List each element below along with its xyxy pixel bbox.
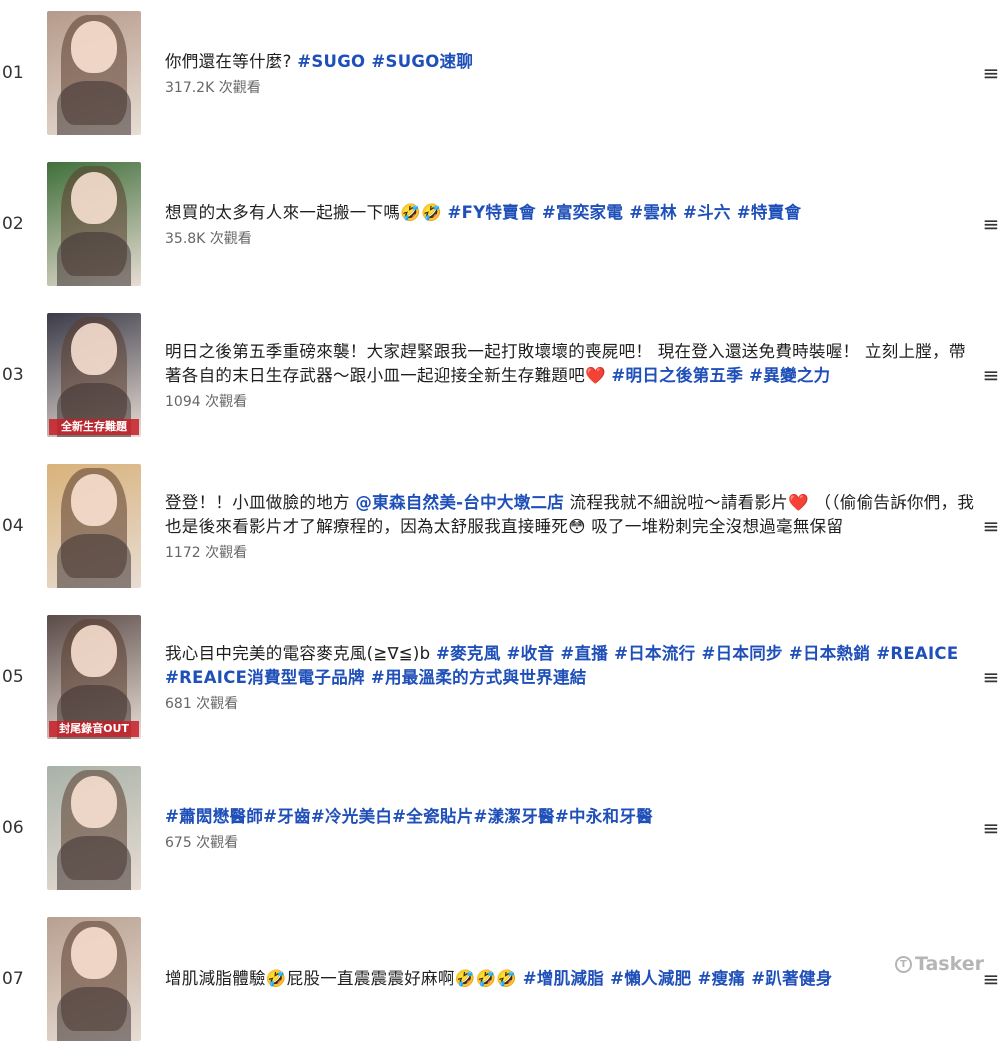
video-info: 我心目中完美的電容麥克風(≧∇≦)b #麥克風 #收音 #直播 #日本流行 #日… [165, 615, 976, 739]
video-row[interactable]: 05 封尾錄音OUT 我心目中完美的電容麥克風(≧∇≦)b #麥克風 #收音 #直播… [0, 615, 1000, 739]
video-info: 增肌減脂體驗🤣屁股一直震震震好麻啊🤣🤣🤣 #增肌減脂 #懶人減肥 #瘦痛 #趴著… [165, 917, 976, 1041]
video-info: 明日之後第五季重磅來襲！大家趕緊跟我一起打敗壞壞的喪屍吧！ 現在登入還送免費時裝… [165, 313, 976, 437]
video-thumbnail[interactable] [47, 464, 141, 588]
thumbnail-figure-face [71, 172, 117, 224]
title-hashtags[interactable]: @東森自然美-台中大墩二店 [355, 493, 564, 512]
video-thumbnail[interactable]: 全新生存難題 [47, 313, 141, 437]
thumbnail-figure-face [71, 21, 117, 73]
title-text: 增肌減脂體驗🤣屁股一直震震震好麻啊🤣🤣🤣 [165, 969, 523, 988]
video-info: 你們還在等什麼? #SUGO #SUGO速聊 317.2K 次觀看 [165, 11, 976, 135]
thumbnail-caption: 封尾錄音OUT [49, 721, 139, 737]
thumbnail-figure-face [71, 323, 117, 375]
video-row[interactable]: 06 #蕭閎懋醫師#牙齒#冷光美白#全瓷貼片#漾潔牙醫#中永和牙醫 675 次觀看 ≡ [0, 766, 1000, 890]
more-menu-icon[interactable]: ≡ [982, 464, 1000, 588]
video-title[interactable]: 你們還在等什麼? #SUGO #SUGO速聊 [165, 50, 976, 74]
video-title[interactable]: 我心目中完美的電容麥克風(≧∇≦)b #麥克風 #收音 #直播 #日本流行 #日… [165, 642, 976, 690]
view-count: 1172 次觀看 [165, 544, 248, 561]
rank-number: 06 [2, 818, 24, 838]
view-count: 675 次觀看 [165, 834, 239, 851]
video-row[interactable]: 02 想買的太多有人來一起搬一下嗎🤣🤣 #FY特賣會 #富奕家電 #雲林 #斗六 … [0, 162, 1000, 286]
view-count: 681 次觀看 [165, 695, 239, 712]
rank-number: 05 [2, 667, 24, 687]
more-menu-icon[interactable]: ≡ [982, 162, 1000, 286]
view-count: 317.2K 次觀看 [165, 79, 261, 96]
view-count: 1094 次觀看 [165, 393, 248, 410]
watermark-text: Tasker [914, 953, 984, 975]
video-row[interactable]: 07 增肌減脂體驗🤣屁股一直震震震好麻啊🤣🤣🤣 #增肌減脂 #懶人減肥 #瘦痛 #… [0, 917, 1000, 1041]
video-thumbnail[interactable] [47, 766, 141, 890]
title-text: 我心目中完美的電容麥克風(≧∇≦)b [165, 643, 436, 663]
thumbnail-figure-body [57, 987, 131, 1041]
video-row[interactable]: 04 登登！！小皿做臉的地方 @東森自然美-台中大墩二店 流程我就不細說啦～請看影… [0, 464, 1000, 588]
rank-number: 04 [2, 516, 24, 536]
video-title[interactable]: 增肌減脂體驗🤣屁股一直震震震好麻啊🤣🤣🤣 #增肌減脂 #懶人減肥 #瘦痛 #趴著… [165, 967, 976, 991]
thumbnail-figure-body [57, 836, 131, 890]
video-title[interactable]: #蕭閎懋醫師#牙齒#冷光美白#全瓷貼片#漾潔牙醫#中永和牙醫 [165, 805, 976, 829]
thumbnail-caption: 全新生存難題 [49, 419, 139, 435]
video-thumbnail[interactable] [47, 917, 141, 1041]
title-text: 明日之後第五季重磅來襲！大家趕緊跟我一起打敗壞壞的喪屍吧！ 現在登入還送免費時裝… [165, 341, 966, 385]
view-count: 35.8K 次觀看 [165, 230, 252, 247]
rank-number: 01 [2, 63, 24, 83]
tasker-watermark: T Tasker [894, 953, 984, 975]
rank-number: 03 [2, 365, 24, 385]
title-text: 想買的太多有人來一起搬一下嗎🤣🤣 [165, 202, 448, 222]
more-menu-icon[interactable]: ≡ [982, 615, 1000, 739]
video-title[interactable]: 登登！！小皿做臉的地方 @東森自然美-台中大墩二店 流程我就不細說啦～請看影片❤… [165, 491, 976, 539]
title-text: 登登！！小皿做臉的地方 [165, 492, 356, 512]
title-hashtags[interactable]: #增肌減脂 #懶人減肥 #瘦痛 #趴著健身 [523, 969, 833, 988]
more-menu-icon[interactable]: ≡ [982, 766, 1000, 890]
title-hashtags[interactable]: #SUGO #SUGO速聊 [297, 52, 473, 71]
video-title[interactable]: 想買的太多有人來一起搬一下嗎🤣🤣 #FY特賣會 #富奕家電 #雲林 #斗六 #特… [165, 201, 976, 225]
thumbnail-figure-body [57, 81, 131, 135]
title-hashtags[interactable]: #FY特賣會 #富奕家電 #雲林 #斗六 #特賣會 [447, 203, 801, 222]
rank-number: 07 [2, 969, 24, 989]
video-thumbnail[interactable] [47, 162, 141, 286]
more-menu-icon[interactable]: ≡ [982, 11, 1000, 135]
more-menu-icon[interactable]: ≡ [982, 313, 1000, 437]
tasker-logo-icon: T [894, 955, 912, 973]
thumbnail-figure-face [71, 927, 117, 979]
video-row[interactable]: 03 全新生存難題 明日之後第五季重磅來襲！大家趕緊跟我一起打敗壞壞的喪屍吧！ 現在… [0, 313, 1000, 437]
more-menu-icon[interactable]: ≡ [982, 917, 1000, 1041]
video-info: #蕭閎懋醫師#牙齒#冷光美白#全瓷貼片#漾潔牙醫#中永和牙醫 675 次觀看 [165, 766, 976, 890]
video-thumbnail[interactable] [47, 11, 141, 135]
video-thumbnail[interactable]: 封尾錄音OUT [47, 615, 141, 739]
video-row[interactable]: 01 你們還在等什麼? #SUGO #SUGO速聊 317.2K 次觀看 ≡ [0, 11, 1000, 135]
video-info: 想買的太多有人來一起搬一下嗎🤣🤣 #FY特賣會 #富奕家電 #雲林 #斗六 #特… [165, 162, 976, 286]
title-text: 你們還在等什麼? [165, 51, 298, 71]
thumbnail-figure-body [57, 232, 131, 286]
thumbnail-figure-body [57, 534, 131, 588]
title-hashtags[interactable]: #蕭閎懋醫師#牙齒#冷光美白#全瓷貼片#漾潔牙醫#中永和牙醫 [165, 807, 653, 826]
title-hashtags[interactable]: #明日之後第五季 #異變之力 [611, 366, 830, 385]
rank-number: 02 [2, 214, 24, 234]
thumbnail-figure-face [71, 474, 117, 526]
thumbnail-figure-face [71, 776, 117, 828]
thumbnail-figure-face [71, 625, 117, 677]
video-title[interactable]: 明日之後第五季重磅來襲！大家趕緊跟我一起打敗壞壞的喪屍吧！ 現在登入還送免費時裝… [165, 340, 976, 388]
video-info: 登登！！小皿做臉的地方 @東森自然美-台中大墩二店 流程我就不細說啦～請看影片❤… [165, 464, 976, 588]
